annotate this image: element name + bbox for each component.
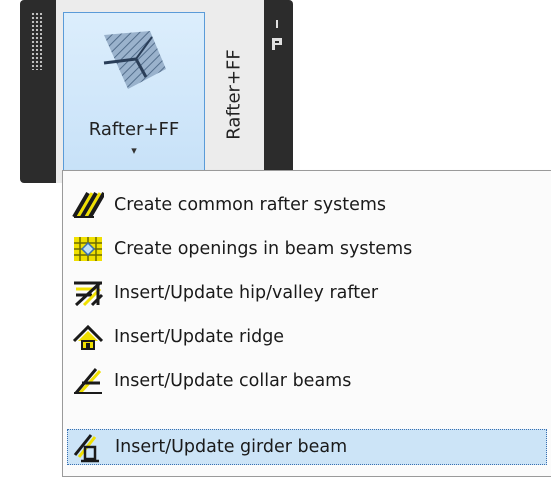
menu-item-create-openings-in-beam-systems[interactable]: Create openings in beam systems bbox=[67, 227, 547, 271]
collar-beam-icon bbox=[74, 368, 102, 395]
pin-panel-icon[interactable] bbox=[270, 18, 284, 54]
panel-tab-rafter-ff[interactable]: Rafter+FF bbox=[213, 12, 255, 177]
rafter-ff-button-label: Rafter+FF bbox=[88, 119, 180, 140]
rafter-ff-split-button[interactable]: Rafter+FF ▾ bbox=[63, 12, 205, 177]
girder-beam-icon bbox=[73, 434, 99, 463]
menu-item-create-common-rafter-systems[interactable]: Create common rafter systems bbox=[67, 183, 547, 227]
rafter-dropdown-menu: Create common rafter systems Create open… bbox=[62, 170, 551, 477]
menu-item-label: Insert/Update girder beam bbox=[115, 437, 348, 457]
chevron-down-icon: ▾ bbox=[131, 144, 137, 157]
menu-item-label: Create openings in beam systems bbox=[114, 239, 413, 259]
menu-item-insert-update-ridge[interactable]: Insert/Update ridge bbox=[67, 315, 547, 359]
panel-tab-label: Rafter+FF bbox=[223, 49, 245, 140]
panel-grip-handle[interactable] bbox=[31, 12, 43, 70]
hip-valley-rafter-icon bbox=[74, 281, 104, 307]
menu-item-label: Insert/Update collar beams bbox=[114, 371, 352, 391]
rafter-roof-icon bbox=[103, 31, 166, 89]
menu-item-insert-update-hip-valley-rafter[interactable]: Insert/Update hip/valley rafter bbox=[67, 271, 547, 315]
common-rafter-icon bbox=[72, 191, 104, 219]
ridge-icon bbox=[72, 324, 104, 350]
menu-item-insert-update-girder-beam[interactable]: Insert/Update girder beam bbox=[67, 429, 547, 465]
menu-item-label: Create common rafter systems bbox=[114, 195, 387, 215]
menu-item-insert-update-collar-beams[interactable]: Insert/Update collar beams bbox=[67, 359, 547, 403]
beam-opening-icon bbox=[74, 237, 102, 261]
menu-item-label: Insert/Update hip/valley rafter bbox=[114, 283, 379, 303]
menu-item-label: Insert/Update ridge bbox=[114, 327, 285, 347]
